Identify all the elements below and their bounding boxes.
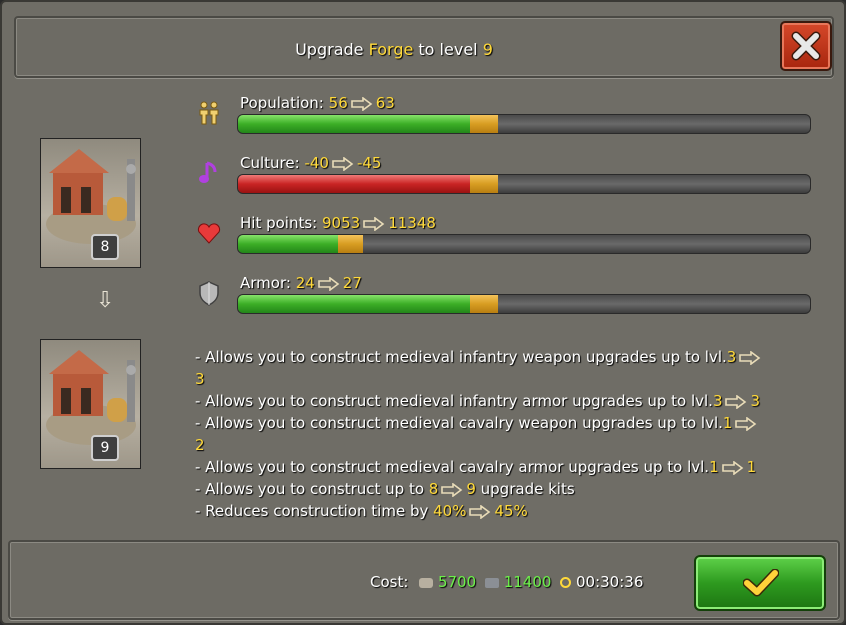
clock-icon [560,577,572,588]
heart-icon [195,219,223,247]
stat-from: -40 [304,154,329,172]
description-to: 9 [466,480,476,498]
arrow-right-icon [332,156,354,171]
close-button[interactable] [780,21,832,71]
iron-icon [484,577,499,588]
arrow-down-icon: ⇩ [96,288,115,313]
stat-to: 63 [375,94,395,112]
upgrade-dialog: Upgrade Forge to level 9 8 ⇩ 9 Populatio… [0,0,846,625]
stat-name: Population: [240,94,324,112]
arrow-right-icon [725,394,747,409]
dialog-header: Upgrade Forge to level 9 [14,16,834,78]
description-line: - Allows you to construct medieval infan… [195,346,835,390]
stat-label: Hit points: 9053 11348 [240,214,436,232]
cost-label: Cost: [370,573,409,591]
current-level-badge: 8 [91,234,119,260]
stat-label: Population: 56 63 [240,94,395,112]
arrow-right-icon [350,96,373,111]
stat-bar-current-fill [238,295,470,313]
stat-bar-upgrade-fill [469,115,498,133]
description-to: 1 [746,458,757,476]
confirm-upgrade-button[interactable] [694,555,826,611]
stat-to: -45 [356,154,382,172]
stat-name: Armor: [240,274,291,292]
description-line: - Allows you to construct medieval caval… [195,456,835,478]
stat-to: 11348 [388,214,436,232]
description-from: 1 [709,458,719,476]
stat-bar-current-fill [238,115,470,133]
description-to: 2 [195,436,205,454]
stat-from: 24 [295,274,315,292]
next-building-thumbnail: 9 [40,339,141,469]
stat-bar [237,114,811,134]
next-level-badge: 9 [91,435,119,461]
target-level: 9 [482,40,493,59]
description-to: 3 [195,370,205,388]
title-prefix: Upgrade [295,40,364,59]
build-time: 00:30:36 [576,573,644,591]
building-name: Forge [368,40,414,59]
current-building-thumbnail: 8 [40,138,141,268]
description-line: - Allows you to construct medieval caval… [195,412,835,456]
description-from: 3 [712,392,723,410]
description-to: 3 [750,392,761,410]
arrow-right-icon [363,216,385,231]
description-text: - Allows you to construct medieval caval… [195,414,723,432]
stat-bar-current-fill [238,235,338,253]
population-icon [195,99,223,127]
stat-bar-upgrade-fill [337,235,364,253]
arrow-right-icon [735,416,757,431]
description-text: - Allows you to construct medieval caval… [195,458,710,476]
close-icon [791,31,821,61]
stat-name: Hit points: [240,214,318,232]
stat-bar [237,294,811,314]
upgrade-description: - Allows you to construct medieval infan… [195,346,835,522]
description-line: - Reduces construction time by 40% 45% [195,500,835,522]
description-suffix: upgrade kits [475,480,575,498]
description-to: 45% [494,502,528,520]
stone-icon [419,577,434,588]
stat-bar-current-fill [238,175,470,193]
description-from: 40% [433,502,467,520]
dialog-title: Upgrade Forge to level 9 [16,40,772,59]
arrow-right-icon [469,504,491,519]
description-line: - Allows you to construct up to 8 9 upgra… [195,478,835,500]
checkmark-icon [743,569,779,597]
arrow-right-icon [721,460,743,475]
description-from: 8 [428,480,439,498]
description-from: 3 [726,348,737,366]
iron-cost: 11400 [503,573,552,591]
stat-label: Culture: -40 -45 [240,154,381,172]
stat-to: 27 [342,274,362,292]
description-text: - Allows you to construct medieval infan… [195,392,713,410]
description-text: - Reduces construction time by [195,502,434,520]
culture-note-icon [195,159,223,187]
title-mid: to level [418,40,478,59]
stat-bar [237,234,811,254]
description-text: - Allows you to construct up to [195,480,429,498]
stat-bar [237,174,811,194]
stat-name: Culture: [240,154,300,172]
stat-bar-upgrade-fill [469,175,498,193]
stat-bar-upgrade-fill [469,295,498,313]
arrow-right-icon [739,350,761,365]
description-from: 1 [722,414,733,432]
cost-line: Cost: 5700 11400 00:30:36 [370,573,643,591]
stone-cost: 5700 [437,573,477,591]
shield-icon [195,279,223,307]
arrow-right-icon [441,482,463,497]
description-line: - Allows you to construct medieval infan… [195,390,835,412]
arrow-right-icon [317,276,340,291]
description-text: - Allows you to construct medieval infan… [195,348,727,366]
stat-label: Armor: 24 27 [240,274,362,292]
stat-from: 56 [328,94,348,112]
stat-from: 9053 [322,214,361,232]
